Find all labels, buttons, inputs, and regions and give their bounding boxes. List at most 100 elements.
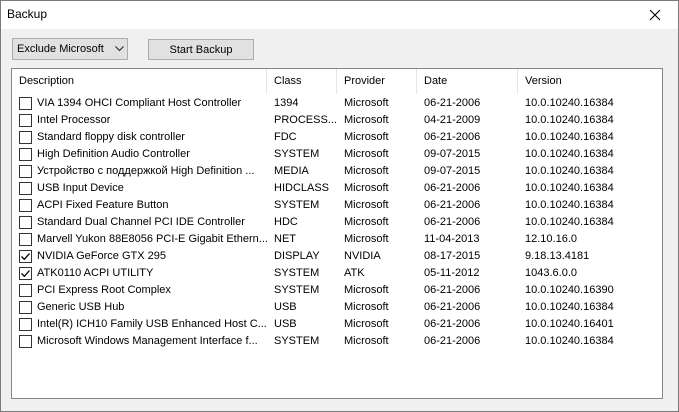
row-checkbox[interactable] (19, 182, 32, 195)
row-checkbox[interactable] (19, 199, 32, 212)
cell-class: NET (274, 233, 296, 245)
cell-class: USB (274, 301, 297, 313)
cell-class: 1394 (274, 97, 299, 109)
cell-provider: Microsoft (344, 199, 389, 211)
row-checkbox[interactable] (19, 267, 32, 280)
row-checkbox[interactable] (19, 97, 32, 110)
cell-provider: Microsoft (344, 182, 389, 194)
cell-provider: Microsoft (344, 165, 389, 177)
list-item[interactable]: PCI Express Root Complex SYSTEM Microsoft 0… (12, 282, 662, 299)
column-header-class[interactable]: Class (267, 69, 337, 94)
list-header: Description Class Provider Date Version (12, 69, 662, 94)
row-checkbox[interactable] (19, 131, 32, 144)
chevron-down-icon (111, 39, 127, 59)
column-header-date[interactable]: Date (417, 69, 518, 94)
list-item[interactable]: Standard Dual Channel PCI IDE Controller… (12, 214, 662, 231)
cell-class: MEDIA (274, 165, 309, 177)
cell-date: 09-07-2015 (424, 148, 481, 160)
cell-description: Standard Dual Channel PCI IDE Controller (12, 214, 267, 231)
description-text: VIA 1394 OHCI Compliant Host Controller (37, 97, 242, 109)
cell-version: 10.0.10240.16384 (525, 131, 614, 143)
list-item[interactable]: NVIDIA GeForce GTX 295 DISPLAY NVIDIA 08-17… (12, 248, 662, 265)
cell-class: SYSTEM (274, 148, 320, 160)
row-checkbox[interactable] (19, 148, 32, 161)
list-item[interactable]: Устройство с поддержкой High Definition … (12, 163, 662, 180)
description-text: USB Input Device (37, 182, 124, 194)
cell-date: 06-21-2006 (424, 301, 481, 313)
cell-description: Generic USB Hub (12, 299, 267, 316)
description-text: Standard Dual Channel PCI IDE Controller (37, 216, 245, 228)
cell-provider: NVIDIA (344, 250, 381, 262)
list-item[interactable]: Generic USB Hub USB Microsoft 06-21-2006 10.… (12, 299, 662, 316)
cell-version: 10.0.10240.16384 (525, 199, 614, 211)
cell-class: DISPLAY (274, 250, 320, 262)
cell-description: NVIDIA GeForce GTX 295 (12, 248, 267, 265)
cell-version: 10.0.10240.16384 (525, 97, 614, 109)
cell-description: Устройство с поддержкой High Definition … (12, 163, 267, 180)
cell-date: 09-07-2015 (424, 165, 481, 177)
filter-dropdown-value: Exclude Microsoft (17, 43, 104, 55)
column-header-description[interactable]: Description (12, 69, 267, 94)
description-text: ATK0110 ACPI UTILITY (37, 267, 154, 279)
list-item[interactable]: VIA 1394 OHCI Compliant Host Controller 1… (12, 95, 662, 112)
list-item[interactable]: Standard floppy disk controller FDC Micros… (12, 129, 662, 146)
list-item[interactable]: Intel(R) ICH10 Family USB Enhanced Host … (12, 316, 662, 333)
list-item[interactable]: High Definition Audio Controller SYSTEM Mi… (12, 146, 662, 163)
cell-provider: Microsoft (344, 318, 389, 330)
list-item[interactable]: USB Input Device HIDCLASS Microsoft 06-21-2… (12, 180, 662, 197)
description-text: Microsoft Windows Management Interface f… (37, 335, 258, 347)
cell-class: FDC (274, 131, 297, 143)
list-item[interactable]: Marvell Yukon 88E8056 PCI-E Gigabit Ethe… (12, 231, 662, 248)
backup-window: Backup Exclude Microsoft Start Backup De… (0, 0, 679, 412)
row-checkbox[interactable] (19, 318, 32, 331)
row-checkbox[interactable] (19, 301, 32, 314)
column-header-provider[interactable]: Provider (337, 69, 417, 94)
cell-version: 10.0.10240.16384 (525, 216, 614, 228)
cell-date: 04-21-2009 (424, 114, 481, 126)
list-item[interactable]: ATK0110 ACPI UTILITY SYSTEM ATK 05-11-2012 1… (12, 265, 662, 282)
cell-description: High Definition Audio Controller (12, 146, 267, 163)
cell-class: HIDCLASS (274, 182, 330, 194)
list-item[interactable]: Microsoft Windows Management Interface f… (12, 333, 662, 350)
cell-provider: Microsoft (344, 131, 389, 143)
row-checkbox[interactable] (19, 165, 32, 178)
cell-description: Marvell Yukon 88E8056 PCI-E Gigabit Ethe… (12, 231, 267, 248)
filter-dropdown[interactable]: Exclude Microsoft (12, 38, 128, 60)
cell-class: SYSTEM (274, 267, 320, 279)
cell-version: 9.18.13.4181 (525, 250, 590, 262)
cell-provider: Microsoft (344, 216, 389, 228)
list-item[interactable]: ACPI Fixed Feature Button SYSTEM Microsoft… (12, 197, 662, 214)
row-checkbox[interactable] (19, 114, 32, 127)
cell-date: 11-04-2013 (424, 233, 480, 245)
driver-list[interactable]: Description Class Provider Date Version … (11, 68, 663, 399)
description-text: Intel Processor (37, 114, 111, 126)
cell-description: ATK0110 ACPI UTILITY (12, 265, 267, 282)
row-checkbox[interactable] (19, 335, 32, 348)
list-item[interactable]: Intel Processor PROCESS... Microsoft 04-21-… (12, 112, 662, 129)
description-text: Standard floppy disk controller (37, 131, 185, 143)
window-title: Backup (7, 7, 48, 21)
row-checkbox[interactable] (19, 250, 32, 263)
close-button[interactable] (632, 1, 678, 29)
close-icon (649, 9, 661, 21)
cell-class: PROCESS... (274, 114, 337, 126)
cell-description: USB Input Device (12, 180, 267, 197)
cell-description: PCI Express Root Complex (12, 282, 267, 299)
cell-provider: Microsoft (344, 148, 389, 160)
cell-date: 08-17-2015 (424, 250, 481, 262)
row-checkbox[interactable] (19, 216, 32, 229)
column-header-version[interactable]: Version (518, 69, 662, 94)
cell-date: 05-11-2012 (424, 267, 480, 279)
checkmark-icon (21, 253, 30, 261)
start-backup-button[interactable]: Start Backup (148, 39, 254, 60)
cell-description: Standard floppy disk controller (12, 129, 267, 146)
cell-class: USB (274, 318, 297, 330)
description-text: Устройство с поддержкой High Definition … (37, 165, 255, 177)
cell-description: Intel(R) ICH10 Family USB Enhanced Host … (12, 316, 267, 333)
row-checkbox[interactable] (19, 233, 32, 246)
cell-provider: ATK (344, 267, 365, 279)
cell-version: 10.0.10240.16384 (525, 114, 614, 126)
description-text: Intel(R) ICH10 Family USB Enhanced Host … (37, 318, 267, 330)
row-checkbox[interactable] (19, 284, 32, 297)
cell-version: 10.0.10240.16390 (525, 284, 614, 296)
